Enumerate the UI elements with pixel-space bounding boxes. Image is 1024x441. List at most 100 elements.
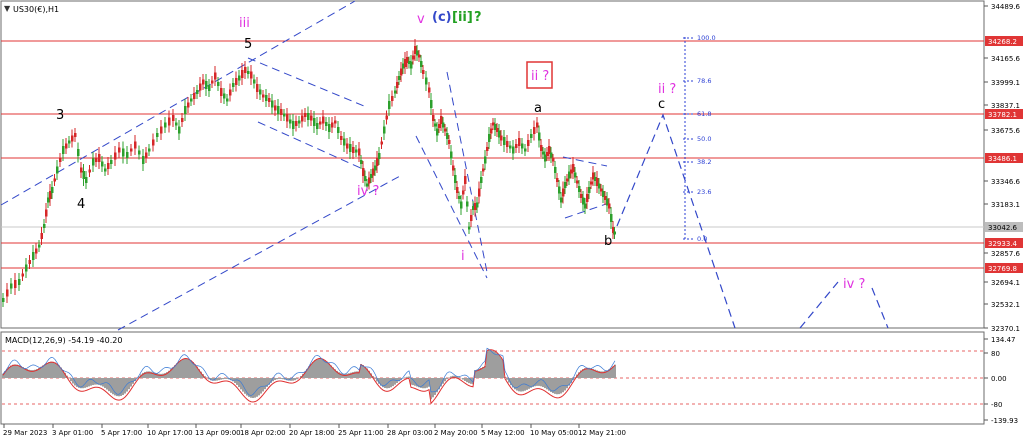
candle-body bbox=[530, 134, 533, 138]
candle-body bbox=[322, 116, 325, 124]
candle-body bbox=[10, 283, 13, 289]
time-tick-label: 2 May 20:00 bbox=[434, 429, 478, 437]
candle-body bbox=[145, 152, 148, 158]
candle-body bbox=[576, 180, 579, 184]
candle-body bbox=[304, 113, 307, 117]
candle-body bbox=[310, 115, 313, 121]
candle-body bbox=[289, 119, 292, 124]
candle-body bbox=[56, 166, 59, 174]
candle-body bbox=[156, 133, 159, 137]
candle-body bbox=[476, 202, 479, 208]
time-axis[interactable]: 29 Mar 2023 3 Apr 01:00 5 Apr 17:00 10 Apr … bbox=[3, 424, 626, 437]
candle-body bbox=[533, 127, 536, 134]
candle-body bbox=[80, 167, 83, 173]
candle-body bbox=[268, 98, 271, 102]
candle-body bbox=[412, 55, 415, 60]
candle-body bbox=[253, 79, 256, 84]
candle-body bbox=[446, 133, 449, 139]
candle-body bbox=[325, 122, 328, 126]
candle-body bbox=[59, 158, 62, 162]
candle-body bbox=[434, 123, 437, 127]
candle-body bbox=[214, 72, 217, 80]
candle-body bbox=[556, 178, 559, 182]
candle-body bbox=[98, 154, 101, 162]
price-highlight-label: 32933.4 bbox=[988, 240, 1017, 248]
candle-body bbox=[62, 146, 65, 154]
candle-body bbox=[2, 298, 5, 302]
macd-label: MACD(12,26,9) -54.19 -40.20 bbox=[5, 336, 122, 345]
time-tick-label: 12 May 21:00 bbox=[578, 429, 626, 437]
time-tick-label: 18 Apr 02:00 bbox=[240, 429, 286, 437]
fib-level-label: 78.6 bbox=[697, 77, 711, 85]
wave-label-ii-proj: ii ? bbox=[658, 82, 676, 97]
candle-body bbox=[418, 54, 421, 58]
candle-body bbox=[358, 148, 361, 156]
candle-body bbox=[271, 100, 274, 108]
price-tick-label: 32857.6 bbox=[991, 250, 1020, 258]
candle-body bbox=[250, 71, 253, 79]
candle-body bbox=[337, 127, 340, 133]
candle-body bbox=[380, 141, 383, 145]
candle-body bbox=[220, 88, 223, 96]
candle-body bbox=[550, 152, 553, 158]
fib-level-label: 0.0 bbox=[697, 235, 707, 243]
candle-body bbox=[540, 145, 543, 151]
trading-chart[interactable]: 100.0 78.6 61.8 50.0 38.2 23.6 0.0 ▼ US30(€),H… bbox=[0, 0, 1024, 441]
candle-body bbox=[175, 122, 178, 126]
price-tick-label: 33837.1 bbox=[991, 102, 1020, 110]
time-tick-label: 28 Apr 03:00 bbox=[387, 429, 433, 437]
candle-body bbox=[53, 178, 56, 182]
candle-body bbox=[515, 144, 518, 148]
fib-level-label: 23.6 bbox=[697, 188, 711, 196]
candle-body bbox=[374, 165, 377, 171]
candle-body bbox=[232, 83, 235, 87]
candle-body bbox=[164, 122, 167, 128]
candle-body bbox=[398, 76, 401, 80]
candle-body bbox=[82, 171, 85, 179]
wave-label-iv-q: iv ? bbox=[357, 184, 379, 199]
candle-body bbox=[256, 84, 259, 92]
candle-body bbox=[552, 158, 555, 162]
candle-body bbox=[187, 102, 190, 108]
fib-level-label: 50.0 bbox=[697, 135, 711, 143]
candle-body bbox=[184, 106, 187, 114]
candle-body bbox=[142, 156, 145, 164]
candle-body bbox=[134, 141, 137, 149]
candle-body bbox=[205, 81, 208, 89]
candle-body bbox=[456, 187, 459, 193]
candle-body bbox=[178, 126, 181, 134]
candle-body bbox=[172, 115, 175, 121]
candle-body bbox=[538, 132, 541, 141]
price-axis[interactable]: 34489.6 34165.6 33999.1 33837.1 33675.6 33346… bbox=[984, 3, 1023, 333]
candle-body bbox=[572, 164, 575, 172]
candle-body bbox=[364, 176, 367, 181]
candle-body bbox=[432, 115, 435, 121]
candle-body bbox=[436, 128, 439, 136]
candle-body bbox=[32, 252, 35, 260]
candle-body bbox=[211, 80, 214, 84]
price-highlight-label: 33486.1 bbox=[988, 155, 1017, 163]
wave-label-a: a bbox=[534, 101, 542, 116]
candle-body bbox=[454, 175, 457, 183]
candle-body bbox=[610, 214, 613, 222]
price-tick-label: 33675.6 bbox=[991, 127, 1020, 135]
wave-label-question: ? bbox=[474, 10, 482, 25]
candle-body bbox=[376, 158, 379, 166]
candle-body bbox=[68, 140, 71, 144]
candle-body bbox=[442, 122, 445, 128]
candle-body bbox=[396, 82, 399, 88]
wave-label-c-proj: c bbox=[658, 97, 665, 112]
candle-body bbox=[425, 77, 428, 85]
candle-body bbox=[355, 149, 358, 153]
candle-body bbox=[274, 105, 277, 111]
candle-body bbox=[77, 149, 80, 156]
macd-tick-label: -139.93 bbox=[991, 417, 1018, 425]
candle-body bbox=[542, 151, 545, 155]
candle-body bbox=[394, 90, 397, 94]
candle-body bbox=[558, 186, 561, 194]
fib-level-label: 38.2 bbox=[697, 158, 711, 166]
price-pane[interactable] bbox=[0, 0, 985, 329]
candle-body bbox=[400, 68, 403, 76]
candle-body bbox=[385, 115, 388, 120]
candle-body bbox=[45, 209, 48, 217]
